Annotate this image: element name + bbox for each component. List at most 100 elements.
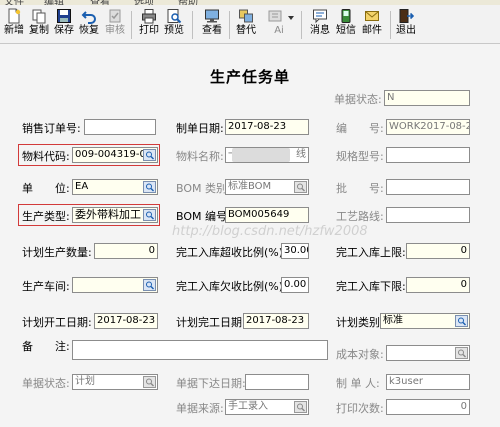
save-button[interactable]: 保存	[52, 6, 76, 42]
lower-limit-label: 完工入库下限:	[336, 280, 406, 293]
copy-button[interactable]: 复制	[27, 6, 51, 42]
sms-phone-icon	[341, 9, 351, 23]
upper-limit-label: 完工入库上限:	[336, 246, 406, 259]
lookup-icon[interactable]	[143, 376, 156, 388]
creator-label: 制 单 人:	[336, 377, 380, 390]
print-button[interactable]: 打印	[137, 6, 161, 42]
bill-source-label: 单据来源:	[176, 402, 224, 415]
route-field[interactable]	[386, 207, 470, 223]
batch-field[interactable]	[386, 179, 470, 195]
lookup-icon[interactable]	[294, 401, 307, 413]
bom-category-field[interactable]: 标准BOM	[225, 179, 309, 195]
email-button[interactable]: 邮件	[359, 6, 385, 42]
creator-field[interactable]: k3user	[386, 374, 470, 390]
over-ratio-label: 完工入库超收比例(%):	[176, 246, 287, 259]
audit-icon	[109, 9, 121, 23]
restore-button[interactable]: 恢复	[77, 6, 101, 42]
under-ratio-field[interactable]: 0.00	[281, 277, 309, 293]
lookup-icon[interactable]	[143, 149, 156, 161]
upper-limit-field[interactable]: 0	[406, 243, 470, 259]
lookup-icon[interactable]	[455, 315, 468, 327]
lookup-icon[interactable]	[143, 279, 156, 291]
printer-icon	[142, 9, 156, 24]
replace-icon	[239, 9, 253, 23]
material-code-field[interactable]: 009-004319-00	[72, 147, 158, 163]
plan-category-field[interactable]: 标准	[380, 313, 470, 329]
toolbar-separator	[229, 11, 230, 39]
material-name-label: 物料名称:	[176, 150, 224, 163]
message-button[interactable]: 消息	[307, 6, 333, 42]
bom-number-field[interactable]: BOM005649	[225, 207, 309, 223]
exit-door-icon	[399, 9, 414, 23]
ai-button[interactable]: Ai	[264, 6, 294, 42]
over-ratio-field[interactable]: 30.00	[281, 243, 309, 259]
audit-button[interactable]: 审核	[103, 6, 127, 42]
plan-category-label: 计划类别	[336, 316, 380, 329]
material-code-label: 物料代码:	[22, 150, 70, 163]
watermark: http://blog.csdn.net/hzfw2008	[172, 224, 368, 239]
workshop-field[interactable]	[72, 277, 158, 293]
lookup-icon[interactable]	[143, 209, 156, 221]
number-label: 编 号:	[336, 122, 384, 135]
print-count-label: 打印次数:	[336, 402, 384, 415]
spec-field[interactable]	[386, 147, 470, 163]
toolbar-separator	[301, 11, 302, 39]
lookup-icon[interactable]	[294, 181, 307, 193]
print-count-field[interactable]: 0	[386, 399, 470, 415]
sales-order-label: 销售订单号:	[22, 122, 81, 135]
lookup-icon[interactable]	[143, 181, 156, 193]
doc-status-field[interactable]: N	[384, 90, 470, 106]
sms-button[interactable]: 短信	[334, 6, 358, 42]
plan-finish-field[interactable]: 2017-08-23	[243, 313, 309, 329]
cost-object-label: 成本对象:	[336, 348, 384, 361]
planned-qty-field[interactable]: 0	[94, 243, 158, 259]
route-label: 工艺路线:	[336, 210, 384, 223]
issue-date-field[interactable]	[245, 374, 309, 390]
view-monitor-icon	[205, 9, 219, 23]
view-button[interactable]: 查看	[199, 6, 225, 42]
redacted-text	[232, 148, 290, 162]
plan-finish-label: 计划完工日期:	[176, 316, 246, 329]
bom-category-label: BOM 类别:	[176, 182, 231, 195]
plan-start-label: 计划开工日期:	[22, 316, 92, 329]
cost-object-field[interactable]	[386, 345, 470, 361]
new-button[interactable]: 新增	[2, 6, 26, 42]
production-type-label: 生产类型:	[22, 210, 70, 223]
date-field[interactable]: 2017-08-23	[225, 119, 309, 135]
bom-number-label: BOM 编号:	[176, 210, 231, 223]
production-type-field[interactable]: 委外带料加工	[72, 207, 158, 223]
message-icon	[313, 9, 327, 24]
sales-order-field[interactable]	[84, 119, 156, 135]
plan-start-field[interactable]: 2017-08-23	[94, 313, 158, 329]
ai-icon	[268, 10, 282, 22]
issue-date-label: 单据下达日期:	[176, 377, 246, 390]
bill-status-field[interactable]: 计划	[72, 374, 158, 390]
save-disk-icon	[57, 9, 71, 23]
date-label: 制单日期:	[176, 122, 224, 135]
print-preview-icon	[167, 9, 182, 24]
doc-status-label: 单据状态:	[334, 93, 382, 106]
toolbar-separator	[131, 11, 132, 39]
lower-limit-field[interactable]: 0	[406, 277, 470, 293]
toolbar-separator	[390, 11, 391, 39]
spec-label: 规格型号:	[336, 150, 384, 163]
workshop-label: 生产车间:	[22, 280, 70, 293]
batch-label: 批 号:	[336, 182, 384, 195]
bill-source-field[interactable]: 手工录入	[225, 399, 309, 415]
remarks-field[interactable]	[72, 340, 328, 360]
new-document-icon	[8, 8, 21, 24]
copy-icon	[32, 9, 46, 24]
undo-arrow-icon	[81, 11, 96, 24]
under-ratio-label: 完工入库欠收比例(%):	[176, 280, 287, 293]
chevron-down-icon[interactable]	[288, 16, 294, 20]
email-envelope-icon	[365, 11, 379, 21]
production-task-form: 生产任务单 http://blog.csdn.net/hzfw2008 单据状态…	[0, 44, 500, 427]
unit-field[interactable]: EA	[72, 179, 158, 195]
replace-button[interactable]: 替代	[233, 6, 259, 42]
preview-button[interactable]: 预览	[162, 6, 186, 42]
number-field[interactable]: WORK2017-08-23015	[386, 119, 470, 135]
exit-button[interactable]: 退出	[394, 6, 418, 42]
planned-qty-label: 计划生产数量:	[22, 246, 92, 259]
bill-status-label: 单据状态:	[22, 377, 70, 390]
lookup-icon[interactable]	[455, 347, 468, 359]
